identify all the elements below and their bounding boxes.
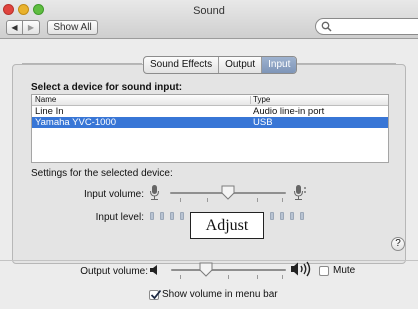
level-segment — [270, 212, 274, 220]
slider-tick — [257, 275, 258, 279]
device-name: Line In — [35, 106, 64, 117]
level-segment — [150, 212, 154, 220]
level-segment — [170, 212, 174, 220]
adjust-tooltip: Adjust — [190, 212, 264, 239]
mute-checkbox[interactable] — [319, 266, 329, 276]
microphone-high-icon — [294, 185, 306, 200]
tab-sound-effects[interactable]: Sound Effects — [144, 57, 220, 73]
column-header-name[interactable]: Name — [35, 95, 56, 105]
level-segment — [280, 212, 284, 220]
input-level-label: Input level: — [95, 212, 144, 223]
help-button[interactable]: ? — [391, 237, 405, 251]
checkmark-icon — [150, 289, 162, 300]
show-volume-checkbox[interactable] — [149, 289, 162, 300]
device-type: Audio line-in port — [253, 106, 325, 117]
speaker-low-icon — [150, 265, 157, 275]
level-segment — [300, 212, 304, 220]
speaker-high-icon — [291, 261, 311, 277]
column-separator — [250, 96, 251, 104]
output-volume-slider[interactable] — [199, 262, 213, 277]
show-volume-label: Show volume in menu bar — [162, 289, 278, 300]
slider-tick — [282, 198, 283, 202]
bottom-divider — [0, 260, 418, 261]
level-segment — [290, 212, 294, 220]
device-type: USB — [253, 117, 273, 128]
show-all-button[interactable]: Show All — [47, 20, 98, 35]
back-icon: ◀ — [11, 23, 18, 32]
slider-tick — [180, 198, 181, 202]
search-icon — [321, 21, 332, 32]
slider-tick — [257, 198, 258, 202]
device-name: Yamaha YVC-1000 — [35, 117, 116, 128]
table-header: Name Type — [32, 95, 388, 106]
device-table: Name Type Line In Audio line-in port Yam… — [31, 94, 389, 163]
tab-bar: Sound Effects Output Input — [143, 56, 298, 74]
tab-output[interactable]: Output — [219, 57, 263, 73]
column-header-type[interactable]: Type — [253, 95, 270, 105]
level-segment — [160, 212, 164, 220]
level-segment — [180, 212, 184, 220]
slider-tick — [282, 275, 283, 279]
input-volume-slider[interactable] — [221, 185, 235, 200]
search-input[interactable] — [315, 18, 418, 35]
input-volume-label: Input volume: — [83, 189, 144, 200]
table-row-selected[interactable]: Yamaha YVC-1000 USB — [32, 117, 388, 128]
settings-heading: Settings for the selected device: — [31, 168, 173, 179]
title-bar: Sound ◀ ▶ Show All — [0, 0, 418, 39]
table-row[interactable]: Line In Audio line-in port — [32, 106, 388, 117]
window-title: Sound — [193, 5, 225, 17]
slider-tick — [207, 198, 208, 202]
back-button[interactable]: ◀ — [6, 20, 23, 35]
select-device-heading: Select a device for sound input: — [31, 82, 183, 93]
slider-tick — [228, 275, 229, 279]
mute-label: Mute — [333, 265, 356, 276]
output-volume-label: Output volume: — [80, 266, 148, 277]
forward-icon: ▶ — [27, 23, 35, 32]
slider-tick — [180, 275, 181, 279]
output-volume-track — [171, 269, 286, 271]
microphone-low-icon — [150, 185, 159, 200]
forward-button[interactable]: ▶ — [23, 20, 40, 35]
tab-input[interactable]: Input — [262, 57, 297, 73]
